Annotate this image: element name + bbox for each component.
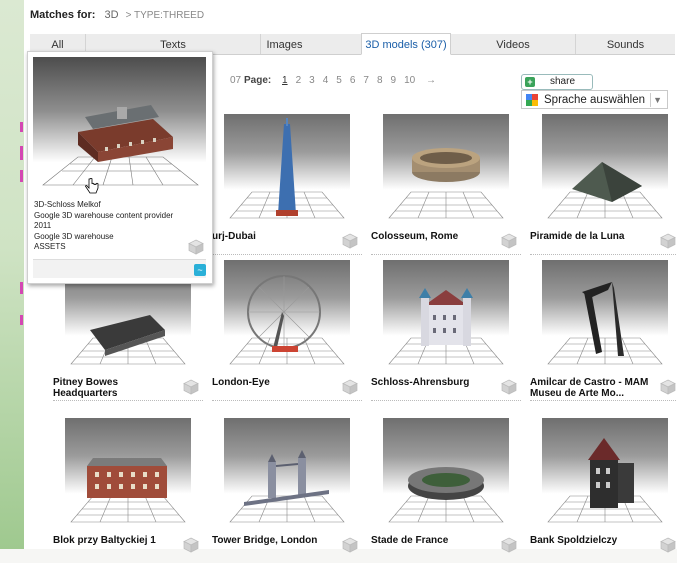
result-thumbnail[interactable] — [224, 260, 350, 368]
result-card: Blok przy Baltyckiej 1 — [53, 418, 203, 563]
divider — [212, 254, 362, 255]
result-card: Amilcar de Castro - MAM Museu de Arte Mo… — [530, 260, 677, 405]
cube-icon[interactable] — [501, 537, 517, 553]
result-title[interactable]: Colosseum, Rome — [371, 231, 491, 242]
result-title[interactable]: Amilcar de Castro - MAM Museu de Arte Mo… — [530, 377, 650, 399]
divider — [53, 400, 203, 401]
result-thumbnail[interactable] — [383, 418, 509, 526]
cube-icon[interactable] — [342, 233, 358, 249]
result-title[interactable]: Pitney Bowes Headquarters — [53, 377, 173, 399]
divider — [530, 400, 677, 401]
share-label: share — [550, 76, 576, 87]
tilde-icon[interactable]: ~ — [194, 264, 206, 276]
popup-thumbnail[interactable] — [33, 57, 206, 192]
share-button[interactable]: + share — [521, 74, 593, 90]
cube-icon[interactable] — [183, 537, 199, 553]
result-title[interactable]: Bank Spoldzielczy — [530, 535, 650, 546]
popup-footer — [33, 259, 206, 278]
language-select[interactable]: Sprache auswählen ▼ — [521, 90, 668, 109]
result-title[interactable]: Schloss-Ahrensburg — [371, 377, 491, 388]
result-title[interactable]: London-Eye — [212, 377, 332, 388]
result-title[interactable]: Piramide de la Luna — [530, 231, 650, 242]
divider — [371, 400, 521, 401]
result-thumbnail[interactable] — [542, 418, 668, 526]
pagination-prefix: 07 — [230, 75, 242, 86]
cube-icon[interactable] — [342, 537, 358, 553]
page-link[interactable]: 5 — [336, 75, 342, 86]
cube-icon[interactable] — [660, 379, 676, 395]
divider — [530, 254, 677, 255]
result-card: urj-Dubai — [212, 114, 362, 259]
page-link[interactable]: 9 — [391, 75, 397, 86]
result-thumbnail[interactable] — [542, 114, 668, 222]
result-thumbnail[interactable] — [383, 114, 509, 222]
next-page-arrow[interactable]: → — [426, 75, 436, 86]
result-card: Schloss-Ahrensburg — [371, 260, 521, 405]
cube-icon[interactable] — [501, 233, 517, 249]
popup-title[interactable]: 3D-Schloss Melkof — [34, 200, 173, 211]
result-thumbnail[interactable] — [224, 114, 350, 222]
result-card: Piramide de la Luna — [530, 114, 677, 259]
pagination: 07 Page: 1 2 3 4 5 6 7 8 9 10 → — [230, 75, 440, 86]
cube-icon[interactable] — [660, 537, 676, 553]
popup-source: Google 3D warehouse — [34, 231, 114, 241]
page-link[interactable]: 1 — [282, 75, 288, 86]
hand-cursor-icon — [85, 178, 99, 194]
matches-header: Matches for: 3D > TYPE:THREED — [30, 9, 204, 21]
divider — [371, 254, 521, 255]
tab-images[interactable]: Images — [205, 34, 365, 54]
chevron-down-icon: ▼ — [653, 95, 662, 105]
result-title[interactable]: urj-Dubai — [212, 231, 332, 242]
page-label: Page: — [244, 75, 272, 86]
popup-provider: Google 3D warehouse content provider — [34, 210, 174, 220]
result-thumbnail[interactable] — [224, 418, 350, 526]
language-select-label: Sprache auswählen — [544, 94, 646, 106]
result-card: Stade de France — [371, 418, 521, 563]
result-card: Colosseum, Rome — [371, 114, 521, 259]
page-link[interactable]: 10 — [404, 75, 415, 86]
type-filter[interactable]: > TYPE:THREED — [126, 10, 204, 21]
result-title[interactable]: Blok przy Baltyckiej 1 — [53, 535, 173, 546]
cube-icon[interactable] — [342, 379, 358, 395]
cube-icon[interactable] — [660, 233, 676, 249]
page-link[interactable]: 8 — [377, 75, 383, 86]
left-marker — [20, 122, 23, 132]
result-title[interactable]: Tower Bridge, London — [212, 535, 332, 546]
result-thumbnail[interactable] — [383, 260, 509, 368]
matches-label: Matches for: — [30, 9, 96, 21]
page-link[interactable]: 7 — [363, 75, 369, 86]
cube-icon[interactable] — [183, 379, 199, 395]
result-thumbnail[interactable] — [65, 418, 191, 526]
popup-meta: 3D-Schloss Melkof Google 3D warehouse co… — [34, 200, 173, 253]
divider — [650, 93, 651, 107]
cube-icon[interactable] — [501, 379, 517, 395]
tab-sounds[interactable]: Sounds — [576, 34, 675, 54]
result-card: Tower Bridge, London — [212, 418, 362, 563]
query-text[interactable]: 3D — [104, 9, 118, 21]
left-marker — [20, 146, 23, 160]
divider — [212, 400, 362, 401]
google-translate-icon — [526, 94, 538, 106]
result-title[interactable]: Stade de France — [371, 535, 491, 546]
page-link[interactable]: 3 — [309, 75, 315, 86]
preview-popup: 3D-Schloss Melkof Google 3D warehouse co… — [27, 51, 213, 284]
popup-assets: ASSETS — [34, 242, 66, 251]
popup-year: 2011 — [34, 221, 52, 230]
page-link[interactable]: 6 — [350, 75, 356, 86]
left-marker — [20, 315, 23, 325]
plus-icon: + — [525, 77, 535, 87]
page-link[interactable]: 4 — [323, 75, 329, 86]
cube-icon — [188, 239, 204, 255]
left-background — [0, 0, 24, 549]
result-thumbnail[interactable] — [542, 260, 668, 368]
result-card: London-Eye — [212, 260, 362, 405]
tab-videos[interactable]: Videos — [451, 34, 576, 54]
page-link[interactable]: 2 — [296, 75, 302, 86]
left-marker — [20, 170, 23, 182]
result-card: Bank Spoldzielczy — [530, 418, 677, 563]
left-marker — [20, 282, 23, 294]
tab-3d-models[interactable]: 3D models (307) — [361, 33, 451, 55]
